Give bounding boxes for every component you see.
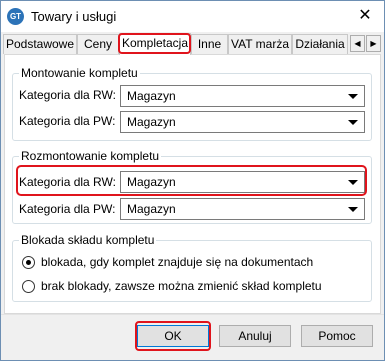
select-montowanie-pw[interactable]: Magazyn (120, 111, 365, 133)
select-value: Magazyn (127, 115, 176, 129)
close-button[interactable]: ✕ (354, 5, 376, 27)
tab-vat-marza[interactable]: VAT marża (228, 34, 292, 54)
tab-inne[interactable]: Inne (191, 34, 228, 54)
radio-label-brak-blokady[interactable]: brak blokady, zawsze można zmienić skład… (41, 279, 322, 293)
cancel-button[interactable]: Anuluj (219, 325, 291, 347)
window-title: Towary i usługi (31, 9, 117, 24)
radio-label-blokada[interactable]: blokada, gdy komplet znajduje się na dok… (41, 255, 313, 269)
help-button[interactable]: Pomoc (301, 325, 373, 347)
group-blokada: Blokada składu kompletu blokada, gdy kom… (12, 233, 372, 302)
app-logo-icon: GT (7, 8, 24, 25)
close-icon: ✕ (358, 7, 372, 24)
label-pw: Kategoria dla PW: (19, 114, 116, 128)
chevron-down-icon (348, 180, 358, 185)
chevron-right-icon: ▶ (370, 39, 377, 48)
chevron-down-icon (348, 120, 358, 125)
title-bar: GT Towary i usługi ✕ (1, 1, 384, 32)
tab-panel-kompletacja: Montowanie kompletu Kategoria dla RW: Ma… (4, 54, 381, 314)
tab-podstawowe[interactable]: Podstawowe (3, 34, 77, 54)
radio-brak-blokady[interactable] (22, 280, 35, 293)
group-rozmontowanie: Rozmontowanie kompletu Kategoria dla RW:… (12, 149, 372, 224)
tab-dzialania[interactable]: Działania (292, 34, 348, 54)
label-rw: Kategoria dla RW: (19, 175, 116, 189)
select-rozmontowanie-rw[interactable]: Magazyn (120, 171, 365, 193)
tab-scroll-right-button[interactable]: ▶ (366, 35, 381, 52)
chevron-down-icon (348, 94, 358, 99)
select-value: Magazyn (127, 89, 176, 103)
select-rozmontowanie-pw[interactable]: Magazyn (120, 198, 365, 220)
dialog-window: GT Towary i usługi ✕ Podstawowe Ceny Kom… (0, 0, 385, 361)
tab-scroll-left-button[interactable]: ◀ (350, 35, 365, 52)
ok-button[interactable]: OK (137, 325, 209, 347)
footer-divider (1, 314, 384, 315)
select-montowanie-rw[interactable]: Magazyn (120, 85, 365, 107)
chevron-left-icon: ◀ (354, 39, 361, 48)
group-title-montowanie: Montowanie kompletu (19, 66, 140, 80)
tab-ceny[interactable]: Ceny (77, 34, 119, 54)
group-title-blokada: Blokada składu kompletu (19, 233, 157, 247)
label-rw: Kategoria dla RW: (19, 88, 116, 102)
chevron-down-icon (348, 207, 358, 212)
select-value: Magazyn (127, 202, 176, 216)
label-pw: Kategoria dla PW: (19, 202, 116, 216)
group-title-rozmontowanie: Rozmontowanie kompletu (19, 149, 162, 163)
select-value: Magazyn (127, 175, 176, 189)
tab-strip: Podstawowe Ceny Kompletacja Inne VAT mar… (3, 33, 382, 55)
tab-kompletacja[interactable]: Kompletacja (119, 33, 191, 55)
group-montowanie: Montowanie kompletu Kategoria dla RW: Ma… (12, 66, 372, 141)
radio-blokada[interactable] (22, 256, 35, 269)
